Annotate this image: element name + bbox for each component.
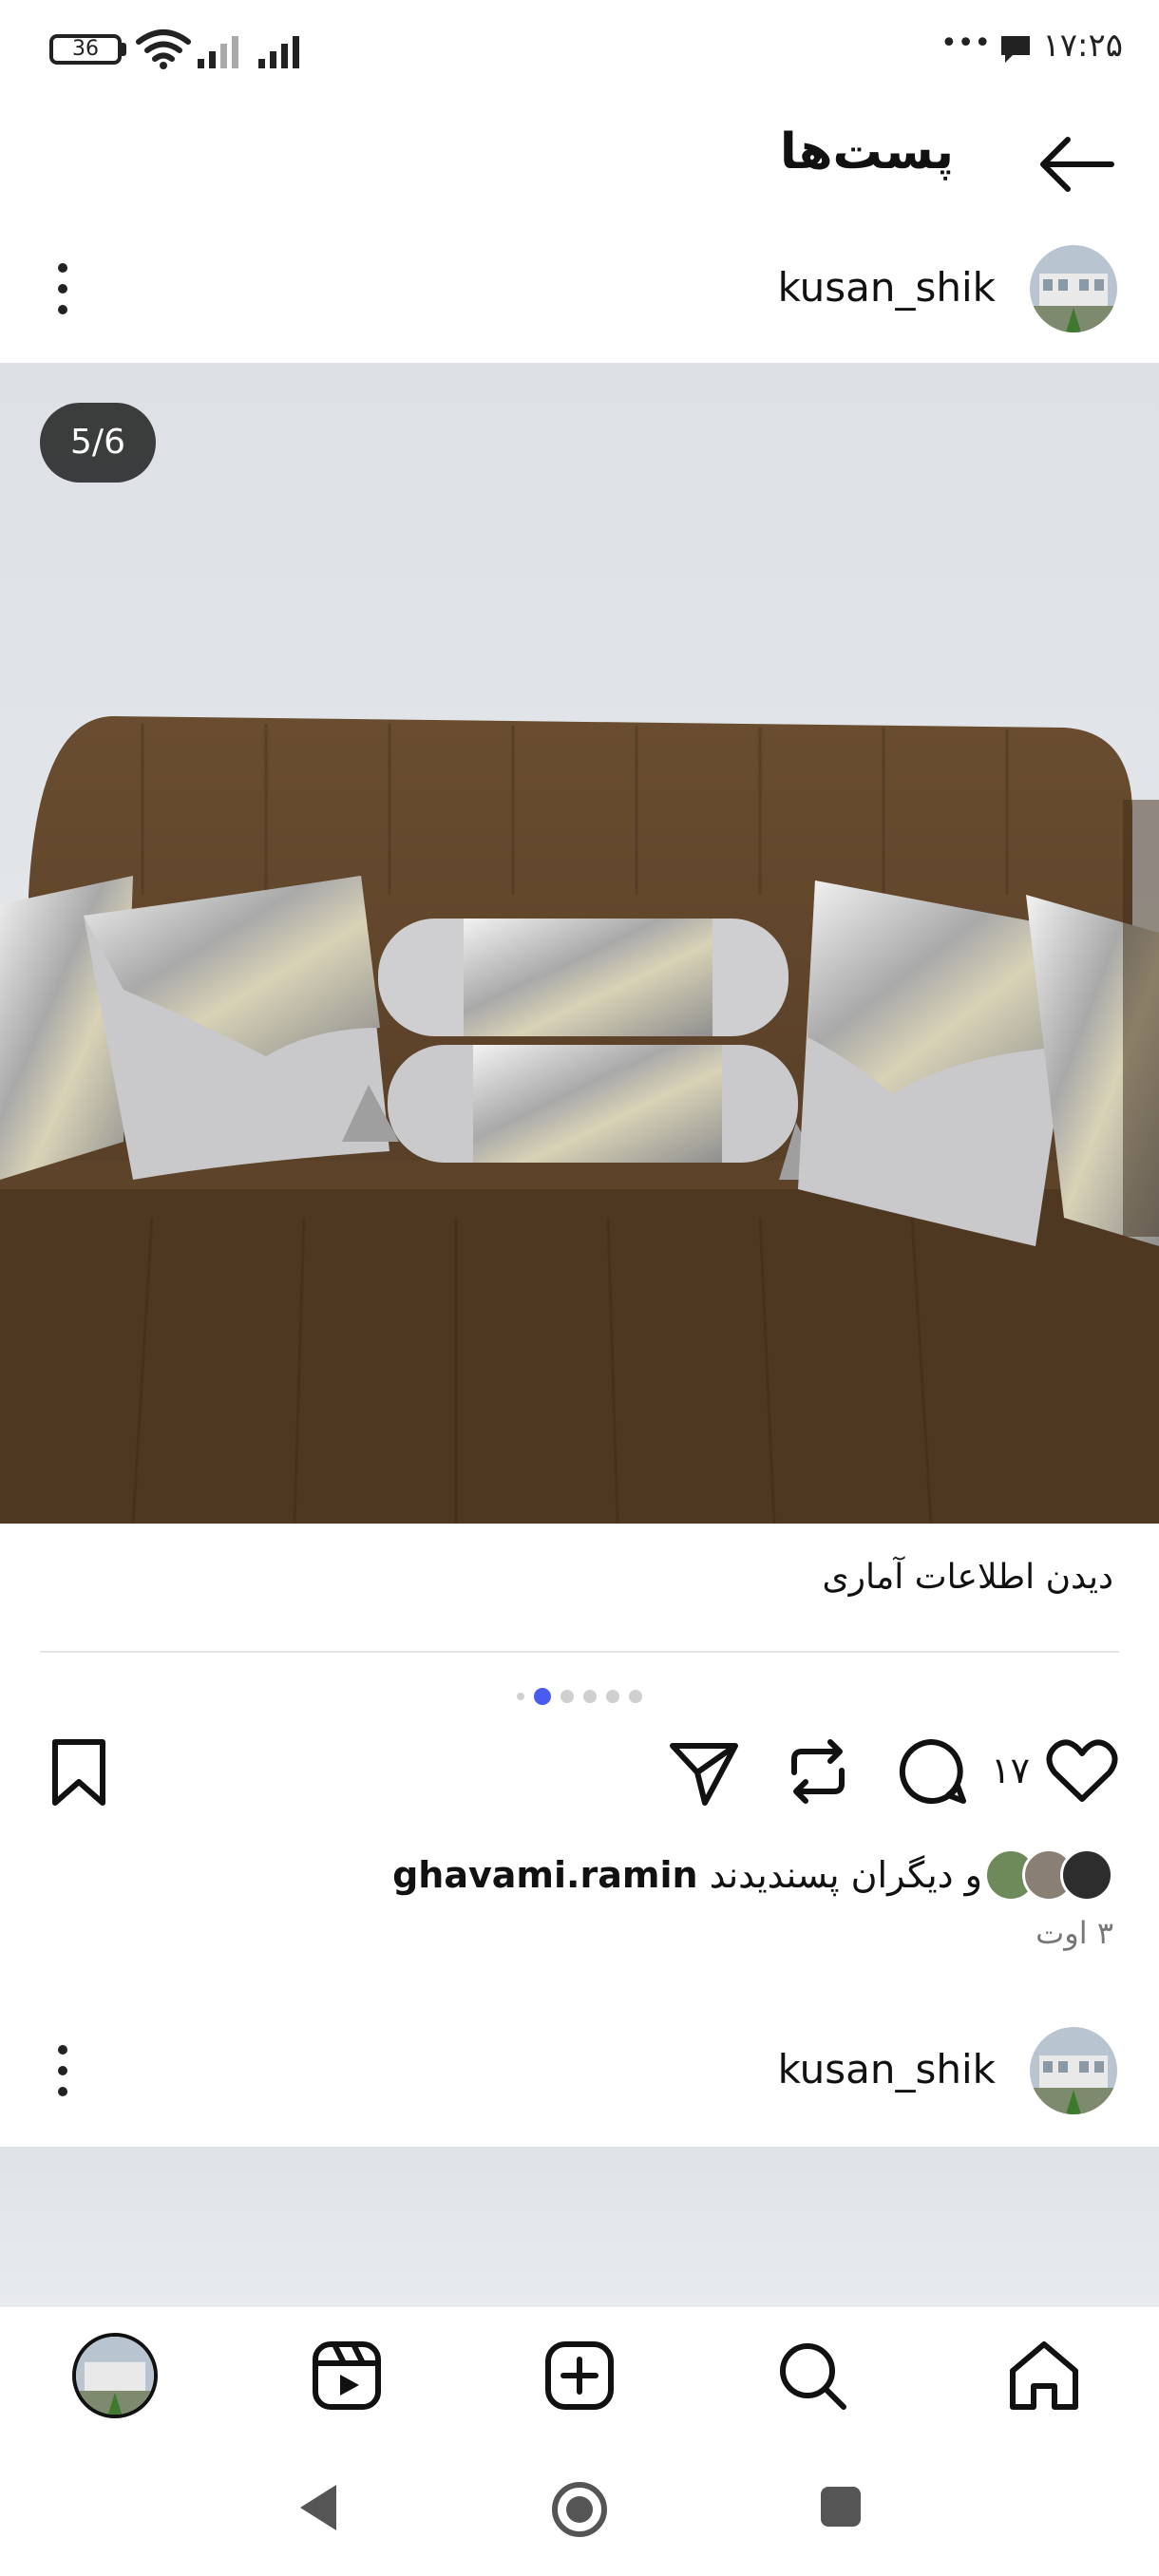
- post-username[interactable]: kusan_shik: [778, 264, 996, 311]
- status-bar: 36 ••• ۱۷:۲۵: [0, 0, 1159, 99]
- comment-icon[interactable]: [895, 1734, 969, 1809]
- liked-by-username[interactable]: ghavami.ramin: [392, 1854, 697, 1896]
- likes-count[interactable]: ۱۷: [991, 1750, 1030, 1791]
- profile-icon: [72, 2333, 158, 2418]
- carousel-dot: [517, 1693, 524, 1700]
- next-post-image[interactable]: [0, 2147, 1159, 2308]
- signal-weak-icon: [198, 36, 238, 68]
- carousel-dot-active: [534, 1688, 551, 1705]
- chat-notification-icon: [1001, 36, 1030, 63]
- slide-counter: 5/6: [40, 403, 156, 483]
- view-insights-link[interactable]: دیدن اطلاعات آماری: [822, 1558, 1113, 1597]
- heart-icon[interactable]: [1045, 1734, 1119, 1809]
- next-post-header: kusan_shik: [0, 2014, 1159, 2128]
- carousel-dot: [629, 1690, 642, 1703]
- liked-by-suffix: و دیگران پسندیدند: [709, 1854, 982, 1896]
- battery-indicator: 36: [49, 34, 122, 65]
- post-image[interactable]: [0, 363, 1159, 1524]
- page-title: پست‌ها: [779, 123, 954, 180]
- carousel-dot: [606, 1690, 619, 1703]
- wifi-icon: [136, 29, 191, 69]
- post-header: kusan_shik: [0, 232, 1159, 346]
- clock: ۱۷:۲۵: [1042, 27, 1123, 65]
- carousel-indicator: [0, 1687, 1159, 1706]
- search-icon[interactable]: [770, 2333, 855, 2418]
- system-recents-icon[interactable]: [817, 2483, 864, 2530]
- add-icon[interactable]: [537, 2333, 622, 2418]
- carousel-dot: [583, 1690, 597, 1703]
- system-navigation-bar: [0, 2443, 1159, 2576]
- liked-by-text: و دیگران پسندیدند ghavami.ramin: [385, 1854, 982, 1896]
- system-home-icon[interactable]: [551, 2481, 608, 2538]
- more-notifications: •••: [940, 27, 992, 60]
- avatar[interactable]: [1030, 2027, 1117, 2114]
- back-arrow-icon[interactable]: [1036, 133, 1117, 196]
- more-vertical-icon[interactable]: [44, 251, 82, 327]
- more-vertical-icon[interactable]: [44, 2033, 82, 2109]
- signal-strong-icon: [258, 36, 299, 68]
- liker-avatar: [1060, 1848, 1113, 1902]
- liked-avatars: [984, 1848, 1113, 1902]
- divider: [40, 1651, 1119, 1653]
- system-back-icon[interactable]: [294, 2481, 342, 2534]
- repost-icon[interactable]: [781, 1734, 855, 1809]
- home-icon[interactable]: [1001, 2333, 1087, 2418]
- carousel-dot: [560, 1690, 574, 1703]
- post-date: ۳ اوت: [1036, 1915, 1113, 1951]
- liked-by-row[interactable]: و دیگران پسندیدند ghavami.ramin: [385, 1847, 1113, 1904]
- send-icon[interactable]: [667, 1734, 741, 1809]
- nav-profile[interactable]: [72, 2333, 158, 2418]
- reels-icon[interactable]: [304, 2333, 390, 2418]
- next-post-username[interactable]: kusan_shik: [778, 2046, 996, 2093]
- battery-nub: [122, 43, 126, 56]
- avatar[interactable]: [1030, 245, 1117, 332]
- bookmark-icon[interactable]: [42, 1734, 116, 1809]
- bottom-nav: [0, 2306, 1159, 2443]
